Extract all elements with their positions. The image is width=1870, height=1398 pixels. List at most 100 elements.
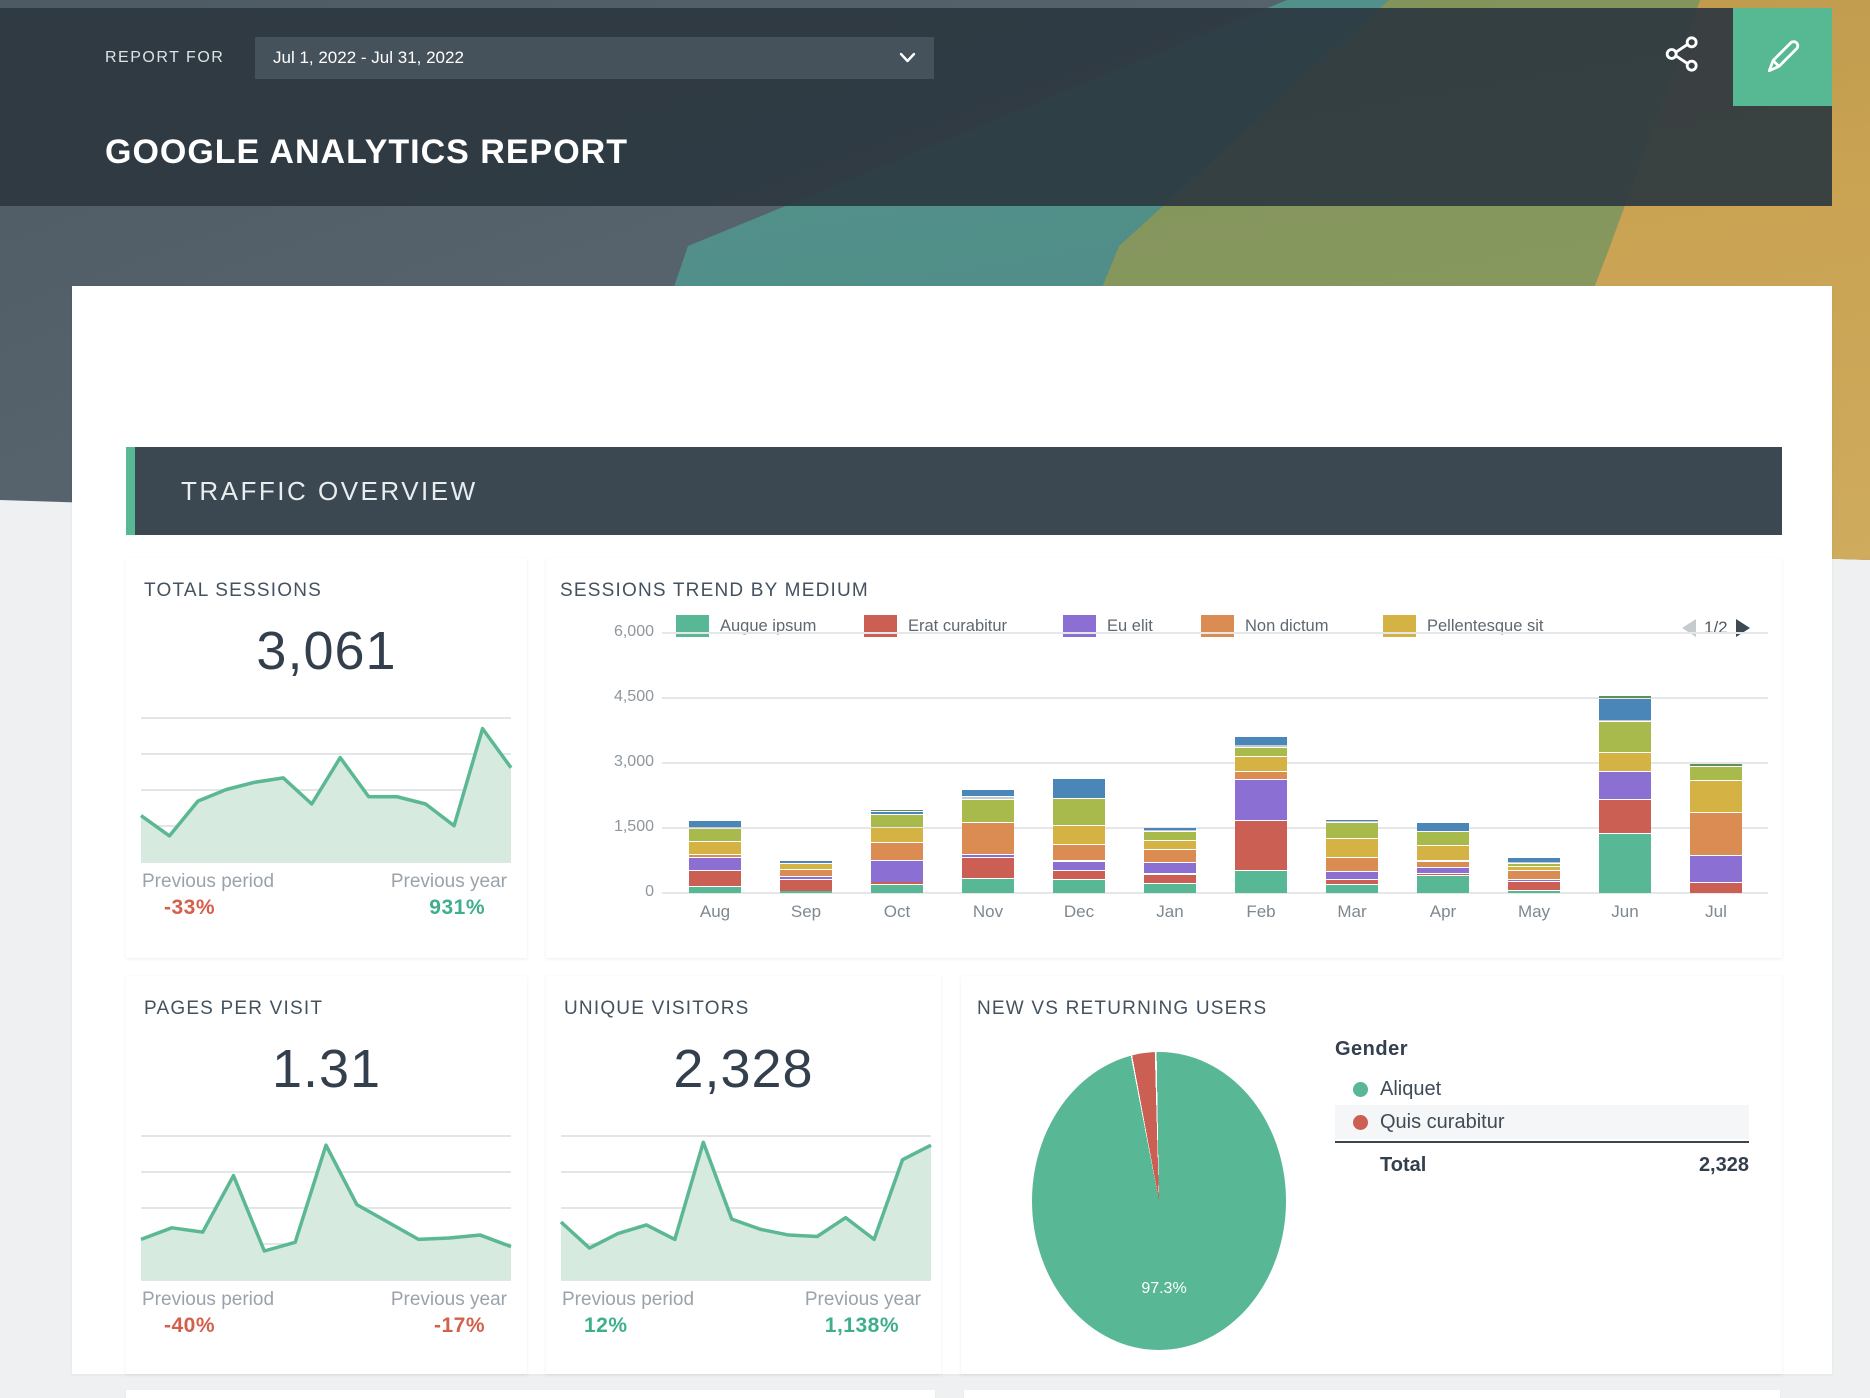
prev-period-value: 12%	[584, 1314, 628, 1338]
bar-segment	[1599, 772, 1651, 798]
y-axis-tick: 0	[584, 883, 654, 901]
x-axis-label: Apr	[1408, 902, 1478, 922]
prev-period-label: Previous period	[142, 871, 274, 893]
bar-segment	[689, 858, 741, 869]
bar-segment	[1235, 748, 1287, 756]
legend-row-quis-curabitur[interactable]: Quis curabitur	[1335, 1105, 1749, 1139]
bar-segment	[1144, 832, 1196, 840]
card-title: SESSIONS TREND BY MEDIUM	[560, 580, 869, 602]
pencil-icon	[1761, 35, 1805, 79]
y-axis-tick: 6,000	[584, 623, 654, 641]
legend-label: Aliquet	[1380, 1078, 1441, 1101]
bar-segment	[1690, 781, 1742, 812]
stacked-bar-mar[interactable]	[1326, 819, 1378, 893]
stacked-bar-sep[interactable]	[780, 860, 832, 893]
legend-next-page-icon[interactable]	[1736, 619, 1750, 637]
legend-prev-page-icon[interactable]	[1682, 619, 1696, 637]
bar-segment	[1417, 876, 1469, 893]
bar-segment	[689, 842, 741, 854]
prev-year-value: 931%	[429, 896, 485, 920]
bar-segment	[1235, 772, 1287, 779]
card-new-vs-returning: NEW VS RETURNING USERS 97.3% Gender Aliq…	[961, 976, 1782, 1374]
stacked-bar-dec[interactable]	[1053, 778, 1105, 893]
bar-segment	[780, 861, 832, 863]
bar-segment	[689, 855, 741, 857]
report-for-label: REPORT FOR	[105, 37, 224, 79]
bar-segment	[871, 815, 923, 827]
prev-period-label: Previous period	[562, 1289, 694, 1311]
bar-segment	[1144, 841, 1196, 849]
bar-segment	[871, 810, 923, 812]
bar-segment	[689, 887, 741, 893]
bar-segment	[1508, 880, 1560, 882]
bar-segment	[1235, 871, 1287, 893]
y-axis-tick: 1,500	[584, 818, 654, 836]
stacked-bar-apr[interactable]	[1417, 822, 1469, 893]
bar-segment	[1417, 846, 1469, 860]
sparkline-chart	[561, 1135, 931, 1280]
stacked-bar-jun[interactable]	[1599, 697, 1651, 893]
bar-segment	[1235, 737, 1287, 746]
bar-segment	[1599, 719, 1651, 721]
pie-legend-title: Gender	[1335, 1038, 1749, 1061]
bar-segment	[780, 870, 832, 877]
stacked-bar-nov[interactable]	[962, 789, 1014, 893]
bar-segment	[1235, 821, 1287, 870]
pie-data-label: 97.3%	[1124, 1280, 1204, 1298]
prev-period-label: Previous period	[142, 1289, 274, 1311]
prev-year-value: -17%	[434, 1314, 485, 1338]
legend-row-aliquet[interactable]: Aliquet	[1335, 1073, 1749, 1105]
card-title: PAGES PER VISIT	[144, 998, 323, 1020]
bar-segment	[689, 821, 741, 827]
bar-segment	[1599, 834, 1651, 893]
date-range-dropdown[interactable]: Jul 1, 2022 - Jul 31, 2022	[255, 37, 934, 79]
bar-segment	[962, 797, 1014, 799]
bar-segment	[962, 823, 1014, 854]
bar-segment	[1690, 813, 1742, 855]
pie-legend: Gender Aliquet Quis curabitur Total 2,328	[1335, 1038, 1749, 1181]
bar-segment	[1508, 867, 1560, 870]
stacked-bar-may[interactable]	[1508, 857, 1560, 893]
bar-segment	[1508, 864, 1560, 866]
stacked-bar-feb[interactable]	[1235, 736, 1287, 893]
bar-segment	[962, 879, 1014, 893]
bar-segment	[871, 828, 923, 843]
stacked-bar-jul[interactable]	[1690, 763, 1742, 893]
x-axis-label: Feb	[1226, 902, 1296, 922]
bar-segment	[1326, 858, 1378, 871]
stacked-bar-oct[interactable]	[871, 810, 923, 893]
bar-segment	[1599, 699, 1651, 720]
bar-segment	[1144, 828, 1196, 830]
bar-segment	[1326, 839, 1378, 857]
x-axis-label: Aug	[680, 902, 750, 922]
kpi-value: 2,328	[546, 1038, 941, 1100]
card-title: TOTAL SESSIONS	[144, 580, 322, 602]
share-button[interactable]	[1655, 28, 1711, 80]
section-accent-bar	[126, 447, 135, 535]
prev-year-label: Previous year	[805, 1289, 921, 1311]
bar-segment	[689, 829, 741, 841]
bar-segment	[1417, 874, 1469, 876]
stacked-bar-jan[interactable]	[1144, 828, 1196, 893]
edit-report-button[interactable]	[1733, 8, 1832, 106]
bar-segment	[1417, 823, 1469, 832]
kpi-value: 3,061	[126, 620, 527, 682]
bar-segment	[962, 800, 1014, 822]
bar-segment	[1599, 722, 1651, 752]
bar-segment	[1508, 871, 1560, 879]
prev-period-value: -33%	[164, 896, 215, 920]
bar-segment	[1053, 845, 1105, 861]
bar-segment	[871, 882, 923, 884]
gender-pie-chart	[1032, 1052, 1286, 1350]
stacked-bar-aug[interactable]	[689, 820, 741, 893]
bar-segment	[1508, 891, 1560, 893]
bar-segment	[1690, 883, 1742, 893]
bar-segment	[1690, 856, 1742, 882]
bar-segment	[1326, 823, 1378, 838]
bar-segment	[1144, 875, 1196, 884]
bar-segment	[1508, 882, 1560, 890]
bar-segment	[1144, 863, 1196, 874]
x-axis-label: Jun	[1590, 902, 1660, 922]
legend-total-row: Total 2,328	[1335, 1149, 1749, 1181]
bar-segment	[1053, 862, 1105, 870]
